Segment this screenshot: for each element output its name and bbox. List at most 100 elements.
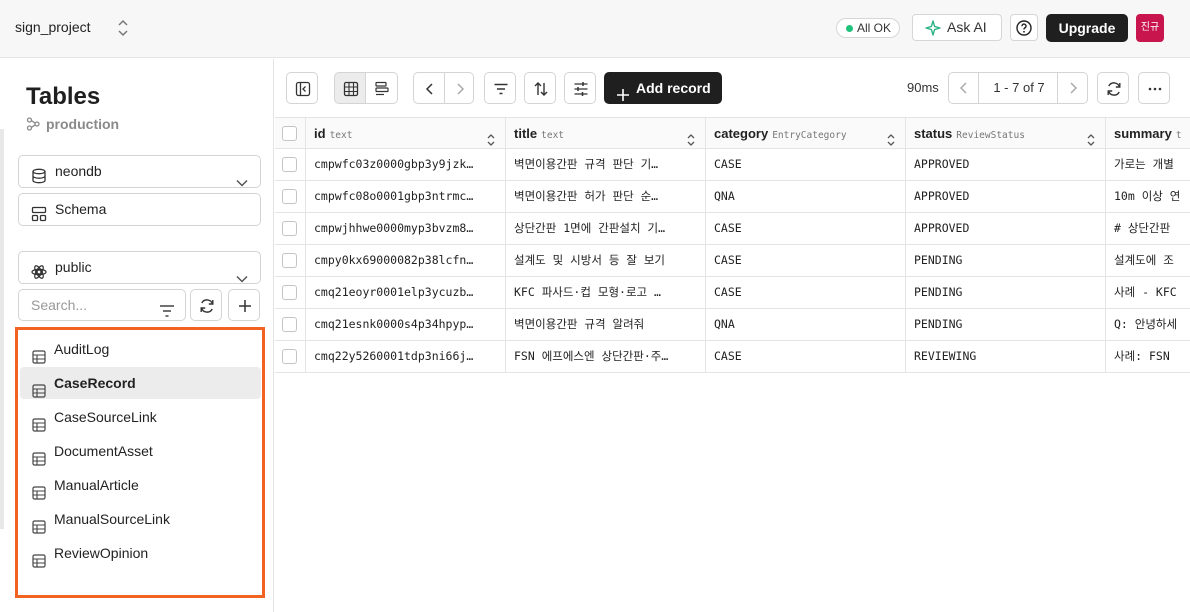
- grid-view-button[interactable]: [334, 72, 366, 104]
- prev-record-button[interactable]: [413, 72, 445, 104]
- row-checkbox[interactable]: [282, 349, 297, 364]
- cell-status[interactable]: PENDING: [906, 309, 1106, 340]
- row-checkbox[interactable]: [282, 157, 297, 172]
- help-button[interactable]: [1010, 14, 1038, 41]
- sidebar-item-documentasset[interactable]: DocumentAsset: [20, 435, 261, 467]
- sort-toggle-icon[interactable]: [486, 127, 496, 149]
- ask-ai-button[interactable]: Ask AI: [912, 14, 1002, 41]
- page-indicator[interactable]: 1 - 7 of 7: [979, 73, 1059, 103]
- row-checkbox[interactable]: [282, 189, 297, 204]
- sidebar-scrollbar[interactable]: [0, 129, 4, 529]
- columns-settings-button[interactable]: [564, 72, 596, 104]
- schema-button[interactable]: Schema: [18, 193, 261, 226]
- table-name: ManualSourceLink: [54, 511, 170, 527]
- cell-title[interactable]: 벽면이용간판 규격 알려줘: [506, 309, 706, 340]
- column-header-status[interactable]: status ReviewStatus: [906, 118, 1106, 149]
- table-row[interactable]: cmpwfc03z0000gbp3y9jzk… 벽면이용간판 규격 판단 기… CA…: [275, 149, 1190, 181]
- refresh-button[interactable]: [1097, 72, 1129, 104]
- sort-toggle-icon[interactable]: [686, 127, 696, 149]
- sort-toggle-icon[interactable]: [886, 127, 896, 149]
- cell-summary[interactable]: 설계도에 조: [1106, 245, 1190, 276]
- prev-page-button[interactable]: [949, 73, 979, 103]
- sort-button[interactable]: [524, 72, 556, 104]
- cell-id[interactable]: cmpwfc03z0000gbp3y9jzk…: [306, 149, 506, 180]
- cell-summary[interactable]: # 상단간판: [1106, 213, 1190, 244]
- column-type: EntryCategory: [772, 130, 847, 141]
- sidebar-item-manualsourcelink[interactable]: ManualSourceLink: [20, 503, 261, 535]
- cell-category[interactable]: CASE: [706, 245, 906, 276]
- status-badge[interactable]: All OK: [836, 18, 901, 38]
- cell-status[interactable]: APPROVED: [906, 181, 1106, 212]
- table-row[interactable]: cmq21esnk0000s4p34hpyp… 벽면이용간판 규격 알려줘 QNA P…: [275, 309, 1190, 341]
- search-input[interactable]: Search...: [18, 289, 186, 321]
- table-row[interactable]: cmpy0kx69000082p38lcfn… 설계도 및 시방서 등 잘 보기 C…: [275, 245, 1190, 277]
- cell-category[interactable]: CASE: [706, 341, 906, 372]
- table-row[interactable]: cmq21eoyr0001elp3ycuzb… KFC 파사드·컵 모형·로고 ……: [275, 277, 1190, 309]
- table-row[interactable]: cmpwjhhwe0000myp3bvzm8… 상단간판 1면에 간판설치 기… C…: [275, 213, 1190, 245]
- cell-status[interactable]: PENDING: [906, 277, 1106, 308]
- sidebar-item-caserecord[interactable]: CaseRecord: [20, 367, 261, 399]
- next-page-button[interactable]: [1057, 73, 1087, 103]
- avatar[interactable]: 진규: [1136, 14, 1164, 42]
- sort-toggle-icon[interactable]: [1086, 127, 1096, 149]
- cell-summary[interactable]: 사례 - KFC: [1106, 277, 1190, 308]
- upgrade-button[interactable]: Upgrade: [1046, 14, 1128, 42]
- table-row[interactable]: cmq22y5260001tdp3ni66j… FSN 에프에스엔 상단간판·주……: [275, 341, 1190, 373]
- cell-status[interactable]: REVIEWING: [906, 341, 1106, 372]
- cell-title[interactable]: 벽면이용간판 허가 판단 순…: [506, 181, 706, 212]
- cell-category[interactable]: QNA: [706, 181, 906, 212]
- cell-title[interactable]: 상단간판 1면에 간판설치 기…: [506, 213, 706, 244]
- more-options-button[interactable]: [1138, 72, 1170, 104]
- cell-summary[interactable]: Q: 안녕하세: [1106, 309, 1190, 340]
- cell-title[interactable]: KFC 파사드·컵 모형·로고 …: [506, 277, 706, 308]
- row-checkbox[interactable]: [282, 253, 297, 268]
- next-record-button[interactable]: [445, 72, 474, 104]
- column-header-title[interactable]: title text: [506, 118, 706, 149]
- search-placeholder: Search...: [31, 297, 88, 313]
- cell-summary[interactable]: 10m 이상 연: [1106, 181, 1190, 212]
- sidebar-item-manualarticle[interactable]: ManualArticle: [20, 469, 261, 501]
- table-row[interactable]: cmpwfc08o0001gbp3ntrmc… 벽면이용간판 허가 판단 순… QN…: [275, 181, 1190, 213]
- cell-title[interactable]: 벽면이용간판 규격 판단 기…: [506, 149, 706, 180]
- column-header-summary[interactable]: summary t: [1106, 118, 1190, 149]
- select-all-checkbox[interactable]: [282, 126, 297, 141]
- row-checkbox[interactable]: [282, 221, 297, 236]
- main-panel: Add record 90ms 1 - 7 of 7 id text title te…: [275, 59, 1190, 612]
- column-header-category[interactable]: category EntryCategory: [706, 118, 906, 149]
- add-record-button[interactable]: Add record: [604, 72, 722, 104]
- cell-status[interactable]: APPROVED: [906, 149, 1106, 180]
- project-name[interactable]: sign_project: [15, 19, 91, 35]
- cell-id[interactable]: cmq21esnk0000s4p34hpyp…: [306, 309, 506, 340]
- cell-id[interactable]: cmpy0kx69000082p38lcfn…: [306, 245, 506, 276]
- cell-status[interactable]: PENDING: [906, 245, 1106, 276]
- cell-id[interactable]: cmq22y5260001tdp3ni66j…: [306, 341, 506, 372]
- cell-category[interactable]: CASE: [706, 213, 906, 244]
- cell-category[interactable]: CASE: [706, 149, 906, 180]
- cell-title[interactable]: FSN 에프에스엔 상단간판·주…: [506, 341, 706, 372]
- filter-button[interactable]: [484, 72, 516, 104]
- filter-icon[interactable]: [159, 298, 175, 328]
- sidebar-item-auditlog[interactable]: AuditLog: [20, 333, 261, 365]
- chevron-right-icon: [457, 83, 465, 95]
- cell-summary[interactable]: 가로는 개별: [1106, 149, 1190, 180]
- project-switcher-icon[interactable]: [116, 17, 130, 39]
- database-select[interactable]: neondb: [18, 155, 261, 188]
- cell-category[interactable]: CASE: [706, 277, 906, 308]
- refresh-tables-button[interactable]: [190, 289, 222, 321]
- list-view-button[interactable]: [366, 72, 398, 104]
- cell-id[interactable]: cmpwfc08o0001gbp3ntrmc…: [306, 181, 506, 212]
- cell-category[interactable]: QNA: [706, 309, 906, 340]
- cell-id[interactable]: cmq21eoyr0001elp3ycuzb…: [306, 277, 506, 308]
- cell-title[interactable]: 설계도 및 시방서 등 잘 보기: [506, 245, 706, 276]
- column-header-id[interactable]: id text: [306, 118, 506, 149]
- row-checkbox[interactable]: [282, 317, 297, 332]
- cell-id[interactable]: cmpwjhhwe0000myp3bvzm8…: [306, 213, 506, 244]
- sidebar-item-reviewopinion[interactable]: ReviewOpinion: [20, 537, 261, 569]
- add-table-button[interactable]: [228, 289, 260, 321]
- schema-select[interactable]: public: [18, 251, 261, 284]
- sidebar-item-casesourcelink[interactable]: CaseSourceLink: [20, 401, 261, 433]
- cell-status[interactable]: APPROVED: [906, 213, 1106, 244]
- cell-summary[interactable]: 사례: FSN: [1106, 341, 1190, 372]
- toggle-sidebar-button[interactable]: [286, 72, 318, 104]
- row-checkbox[interactable]: [282, 285, 297, 300]
